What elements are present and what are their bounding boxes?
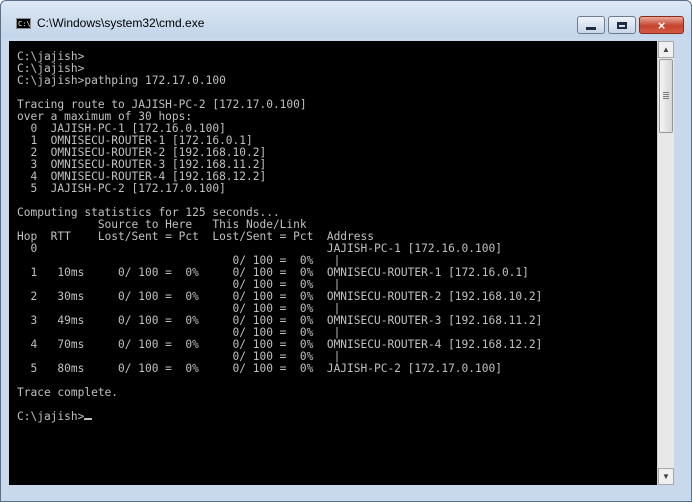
window-title: C:\Windows\system32\cmd.exe — [37, 16, 205, 30]
maximize-icon — [617, 21, 627, 29]
minimize-button[interactable] — [577, 16, 605, 34]
close-icon: × — [657, 17, 666, 33]
text-cursor — [84, 418, 93, 420]
close-button[interactable]: × — [639, 16, 684, 34]
scroll-thumb[interactable] — [659, 59, 673, 133]
title-bar[interactable]: C:\ C:\Windows\system32\cmd.exe × — [1, 1, 691, 37]
console-text: C:\jajish> C:\jajish> C:\jajish>pathping… — [17, 50, 543, 423]
minimize-icon — [586, 26, 596, 30]
console-output[interactable]: C:\jajish> C:\jajish> C:\jajish>pathping… — [9, 41, 657, 485]
scroll-up-button[interactable]: ▲ — [658, 41, 674, 58]
scroll-down-button[interactable]: ▼ — [658, 468, 674, 485]
cmd-app-icon[interactable]: C:\ — [16, 18, 31, 29]
chevron-down-icon: ▼ — [662, 472, 670, 481]
maximize-button[interactable] — [608, 16, 636, 34]
cmd-window: C:\ C:\Windows\system32\cmd.exe × C:\jaj… — [0, 0, 692, 502]
grip-icon — [663, 92, 669, 99]
vertical-scrollbar[interactable]: ▲ ▼ — [657, 41, 674, 485]
window-bottom-frame — [9, 485, 674, 495]
chevron-up-icon: ▲ — [662, 45, 670, 54]
